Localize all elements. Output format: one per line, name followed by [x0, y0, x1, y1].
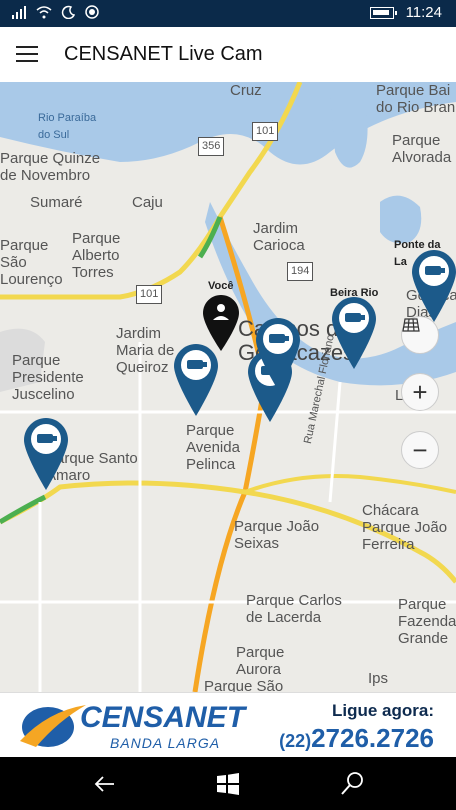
place-label: Sumaré [30, 194, 83, 211]
place-label: Parque Carlos de Lacerda [246, 592, 342, 626]
camera-pin-icon[interactable] [174, 344, 218, 416]
app-title: CENSANET Live Cam [64, 43, 263, 65]
map-view[interactable]: 356 101 194 101 Rio Paraíba do Sul Cruz … [0, 82, 456, 692]
clock: 11:24 [405, 4, 442, 21]
highway-shield: 101 [136, 285, 163, 304]
highway-shield: 101 [252, 122, 279, 141]
pond-water [330, 88, 368, 168]
avenue-east [244, 474, 456, 494]
place-label: Parque Quinze de Novembro [0, 150, 101, 184]
place-label: Parque Alberto Torres [72, 230, 121, 281]
user-location-label: Você [208, 280, 234, 292]
back-icon[interactable] [90, 769, 120, 799]
zoom-out-button[interactable]: − [401, 431, 439, 469]
place-label: Chácara Parque João Ferreira [362, 502, 448, 553]
hamburger-menu-icon[interactable] [16, 46, 38, 62]
place-label: Ips [368, 670, 389, 687]
zoom-in-button[interactable]: + [401, 373, 439, 411]
highway-shield: 194 [287, 262, 314, 281]
minus-icon: − [412, 434, 428, 465]
place-label: Parque Fazenda Grande [398, 596, 456, 647]
place-label: Jardim Carioca [253, 220, 305, 254]
river-label: Rio Paraíba do Sul [38, 112, 97, 141]
camera-pin-icon[interactable] [256, 318, 300, 390]
highway-shield: 356 [198, 137, 225, 156]
map-layers-button[interactable] [401, 316, 439, 354]
status-icons [12, 5, 100, 19]
censanet-logo-icon [20, 705, 86, 747]
quiet-hours-icon [61, 5, 76, 19]
place-label: Caju [132, 194, 163, 211]
place-label: Parque São Lourenço [0, 237, 63, 288]
system-nav-bar [0, 757, 456, 810]
search-icon[interactable] [337, 769, 367, 799]
ad-phone-area: (22) [279, 731, 312, 751]
windows-start-icon[interactable] [213, 769, 243, 799]
place-label: Parque Alvorada [392, 132, 452, 166]
camera-pin-icon[interactable] [24, 418, 68, 490]
battery-icon [370, 7, 397, 19]
ad-banner[interactable]: CENSANET BANDA LARGA Ligue agora: (22)27… [0, 692, 456, 757]
signal-icon [12, 6, 26, 19]
ad-phone: (22)2726.2726 [279, 723, 434, 754]
ad-subtitle: BANDA LARGA [110, 735, 221, 751]
traffic-green [0, 494, 47, 525]
status-bar: 11:24 [0, 0, 456, 27]
plus-icon: + [412, 376, 428, 407]
place-label: Parque Bai do Rio Bran [376, 82, 456, 116]
place-label: Parque Avenida Pelinca [186, 422, 240, 473]
grid-icon [402, 318, 420, 332]
place-label: Parque São [204, 678, 284, 692]
app-bar: CENSANET Live Cam [0, 27, 456, 82]
place-label: Parque João Seixas [234, 518, 320, 552]
camera-pin-icon[interactable] [412, 250, 456, 322]
location-icon [85, 5, 99, 19]
ad-call-to-action: Ligue agora: [331, 701, 434, 720]
place-label: Parque Presidente Juscelino [12, 352, 84, 403]
ad-phone-number: 2726.2726 [311, 723, 434, 753]
place-label: Parque Aurora [236, 644, 285, 678]
street [328, 381, 342, 503]
place-label: Cruz [230, 82, 262, 99]
ad-brand: CENSANET [80, 701, 246, 734]
user-location-pin-icon[interactable] [203, 295, 239, 351]
wifi-icon [36, 6, 52, 19]
camera-pin-icon[interactable] [332, 297, 376, 369]
